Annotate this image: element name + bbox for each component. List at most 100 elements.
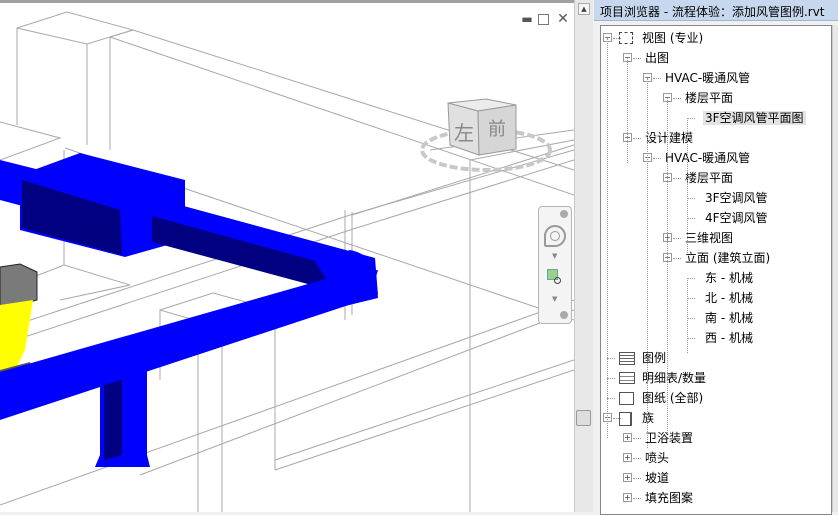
tree-item[interactable]: 3F空调风管 bbox=[703, 189, 770, 207]
zoom-magnifier-icon bbox=[554, 277, 561, 284]
tree-connector bbox=[673, 98, 681, 99]
tree-item-label: HVAC-暖通风管 bbox=[665, 151, 751, 165]
tree-connector bbox=[633, 58, 641, 59]
schedule-icon bbox=[619, 371, 635, 386]
tree-item-label: 北 - 机械 bbox=[705, 291, 753, 305]
tree-item-label: 视图 (专业) bbox=[642, 31, 704, 45]
tree-item[interactable]: 出图 bbox=[643, 49, 671, 67]
tree-connector bbox=[633, 138, 641, 139]
tree-item-label: 东 - 机械 bbox=[705, 271, 753, 285]
tree-item[interactable]: 立面 (建筑立面) bbox=[683, 249, 772, 267]
scroll-up-icon[interactable]: ▲ bbox=[578, 3, 590, 15]
tree-item[interactable]: 东 - 机械 bbox=[703, 269, 755, 287]
minimize-icon[interactable]: ▬ bbox=[520, 12, 534, 26]
tree-connector bbox=[607, 398, 615, 399]
tree-connector bbox=[607, 38, 608, 438]
tree-item-label: 图纸 (全部) bbox=[642, 391, 704, 405]
family-icon bbox=[619, 411, 635, 426]
tree-item-label: 坡道 bbox=[645, 471, 670, 485]
tree-item[interactable]: 楼层平面 bbox=[683, 169, 735, 187]
tree-connector bbox=[647, 78, 648, 448]
tree-item[interactable]: 三维视图 bbox=[683, 229, 735, 247]
tree-connector bbox=[687, 298, 695, 299]
tree-item-label: 4F空调风管 bbox=[705, 211, 768, 225]
tree-item[interactable]: HVAC-暖通风管 bbox=[663, 149, 752, 167]
tree-connector bbox=[653, 158, 661, 159]
tree-item[interactable]: 族 bbox=[619, 409, 656, 427]
viewcube[interactable]: 左 前 bbox=[418, 95, 558, 175]
model-scene[interactable] bbox=[0, 0, 574, 512]
tree-item-label: 3F空调风管平面图 bbox=[703, 111, 806, 125]
tree-connector bbox=[687, 278, 688, 353]
tree-connector bbox=[687, 278, 695, 279]
navbar-close-icon[interactable] bbox=[560, 210, 568, 218]
dropdown-arrow-icon[interactable]: ▼ bbox=[552, 252, 557, 260]
tree-item-label: 楼层平面 bbox=[685, 171, 734, 185]
tree-connector bbox=[633, 438, 641, 439]
tree-item[interactable]: 卫浴装置 bbox=[643, 429, 695, 447]
tree-item[interactable]: 北 - 机械 bbox=[703, 289, 755, 307]
viewport-scrollbar[interactable]: ▲ bbox=[574, 0, 593, 512]
expand-icon[interactable]: + bbox=[623, 493, 632, 502]
tree-item-label: 喷头 bbox=[645, 451, 670, 465]
navbar-options-icon[interactable] bbox=[560, 311, 568, 319]
expand-icon[interactable]: + bbox=[623, 453, 632, 462]
tree-item[interactable]: 视图 (专业) bbox=[619, 29, 705, 47]
project-browser-title: 项目浏览器 - 流程体验：添加风管图例.rvt bbox=[594, 0, 838, 21]
tree-item[interactable]: 南 - 机械 bbox=[703, 309, 755, 327]
tree-connector bbox=[687, 218, 695, 219]
tree-connector bbox=[673, 238, 681, 239]
tree-item[interactable]: 4F空调风管 bbox=[703, 209, 770, 227]
tree-connector bbox=[633, 498, 641, 499]
tree-item[interactable]: 图例 bbox=[619, 349, 668, 367]
navigation-bar: ▼ ▼ bbox=[538, 206, 572, 324]
viewcube-front-face[interactable]: 前 bbox=[488, 115, 506, 141]
tree-item-label: 西 - 机械 bbox=[705, 331, 753, 345]
tree-item-label: 立面 (建筑立面) bbox=[685, 251, 771, 265]
tree-item-label: 出图 bbox=[645, 51, 670, 65]
scrollbar-thumb[interactable] bbox=[576, 410, 591, 426]
tree-item[interactable]: 图纸 (全部) bbox=[619, 389, 705, 407]
tree-item-label: 明细表/数量 bbox=[642, 371, 707, 385]
tree-item[interactable]: 3F空调风管平面图 bbox=[703, 109, 806, 127]
close-icon[interactable]: ✕ bbox=[556, 12, 570, 26]
tree-item-label: 南 - 机械 bbox=[705, 311, 753, 325]
legend-icon bbox=[619, 351, 635, 366]
ducts bbox=[0, 153, 378, 467]
expand-icon[interactable]: + bbox=[623, 473, 632, 482]
tree-item-label: 族 bbox=[642, 411, 655, 425]
tree-connector bbox=[673, 258, 681, 259]
expand-icon[interactable]: + bbox=[623, 433, 632, 442]
3d-viewport[interactable]: ▬ ✕ 左 前 ▼ ▼ bbox=[0, 0, 574, 512]
tree-connector bbox=[687, 198, 695, 199]
tree-connector bbox=[633, 478, 641, 479]
tree-item[interactable]: HVAC-暖通风管 bbox=[663, 69, 752, 87]
tree-item-label: 图例 bbox=[642, 351, 667, 365]
tree-item[interactable]: 楼层平面 bbox=[683, 89, 735, 107]
tree-connector bbox=[653, 78, 661, 79]
tree-item-label: 填充图案 bbox=[645, 491, 694, 505]
tree-item[interactable]: 西 - 机械 bbox=[703, 329, 755, 347]
viewcube-left-face[interactable]: 左 bbox=[454, 117, 474, 146]
browser-tree: − 视图 (专业) − 出图 − HVAC-暖通风管 − 楼层平面 3F空调风管平面图 − 设计建模… bbox=[600, 25, 832, 515]
sheet-icon bbox=[619, 391, 635, 406]
tree-scrollbar[interactable] bbox=[832, 25, 838, 512]
tree-item[interactable]: 坡道 bbox=[643, 469, 671, 487]
tree-connector bbox=[687, 318, 695, 319]
project-browser: 项目浏览器 - 流程体验：添加风管图例.rvt − 视图 (专业) − 出图 − HVAC… bbox=[594, 0, 838, 515]
tree-item-label: 楼层平面 bbox=[685, 91, 734, 105]
tree-item[interactable]: 喷头 bbox=[643, 449, 671, 467]
tree-connector bbox=[687, 118, 695, 119]
tree-connector bbox=[687, 198, 688, 253]
tree-item[interactable]: 明细表/数量 bbox=[619, 369, 708, 387]
tree-connector bbox=[607, 378, 615, 379]
tree-connector bbox=[607, 358, 615, 359]
dropdown-arrow-icon[interactable]: ▼ bbox=[552, 295, 557, 303]
tree-item[interactable]: 填充图案 bbox=[643, 489, 695, 507]
views-icon bbox=[619, 31, 635, 46]
restore-icon[interactable] bbox=[538, 14, 549, 25]
tree-item-label: 卫浴装置 bbox=[645, 431, 694, 445]
steering-wheel-icon[interactable] bbox=[544, 225, 566, 247]
tree-connector bbox=[673, 178, 681, 179]
tree-connector bbox=[667, 98, 668, 433]
